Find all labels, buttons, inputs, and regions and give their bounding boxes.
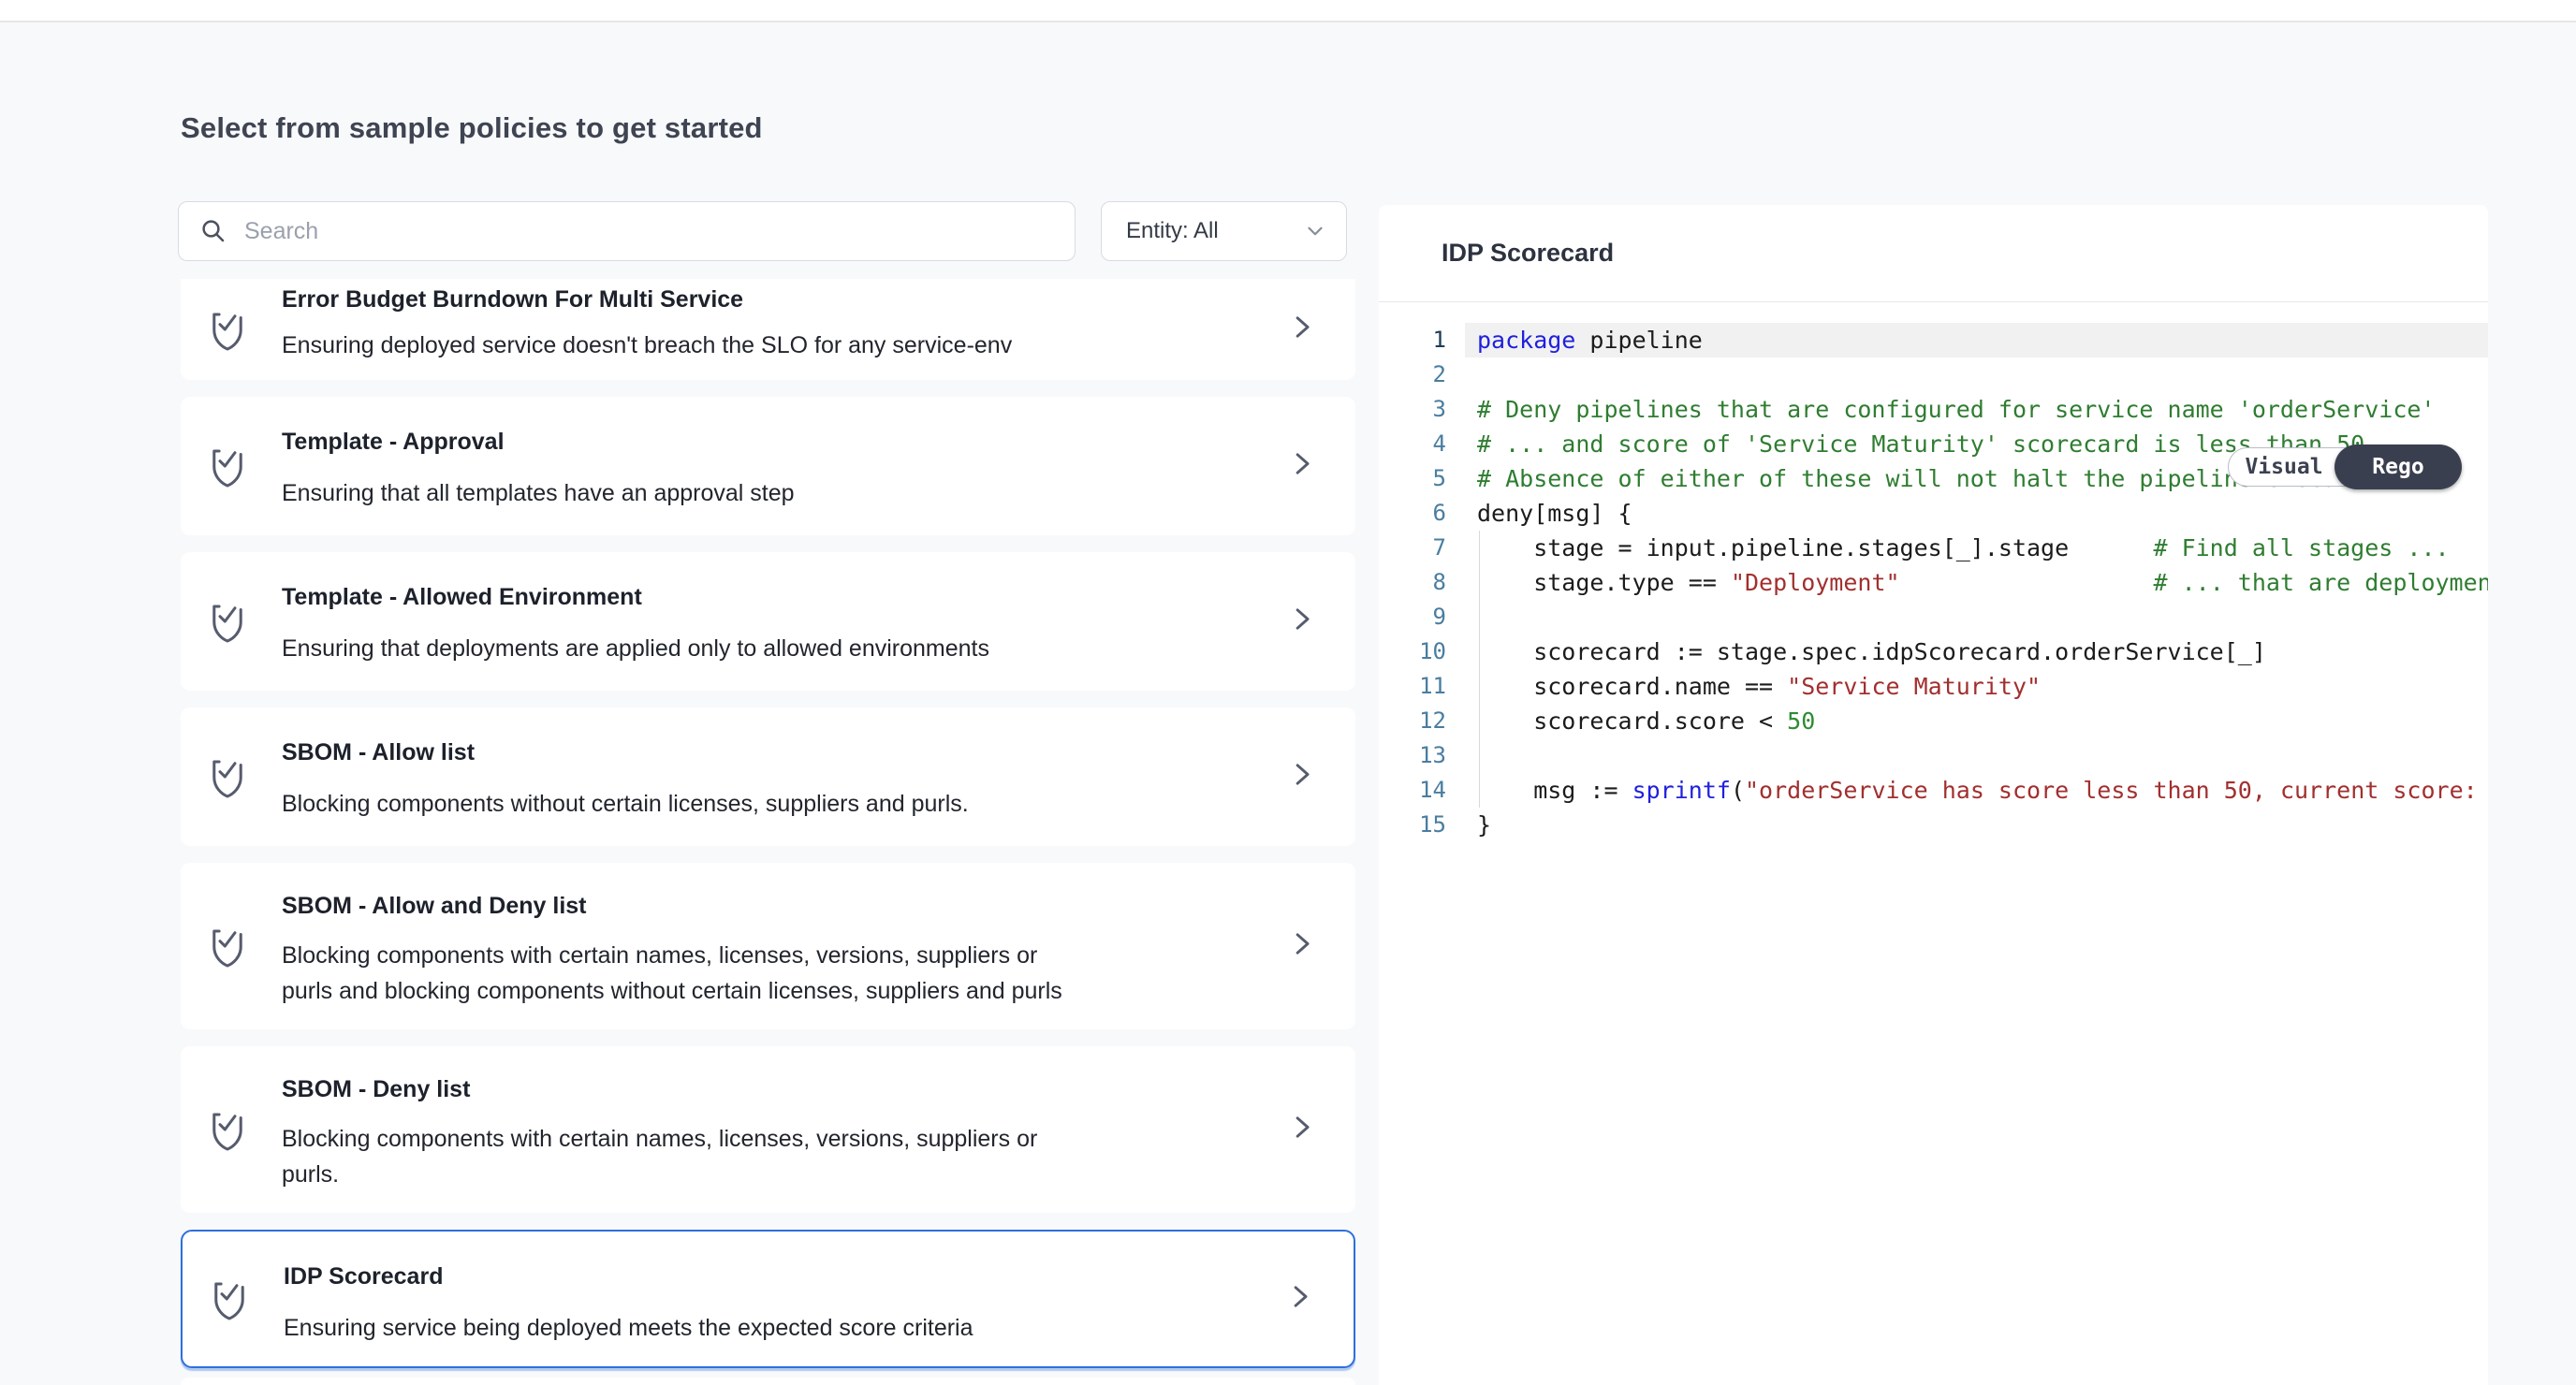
code-text: stage.type == "Deployment" # ... that ar… (1477, 565, 2488, 600)
code-text: package pipeline (1477, 323, 1703, 357)
policy-card-description: Blocking components with certain names, … (282, 1121, 1037, 1192)
line-number: 15 (1379, 808, 1446, 842)
policy-card-title: IDP Scorecard (284, 1263, 443, 1290)
policy-shield-check-icon (207, 599, 248, 644)
code-line-14: 14 msg := sprintf("orderService has scor… (1379, 773, 2488, 808)
code-line-2: 2 (1379, 357, 2488, 392)
line-number: 14 (1379, 773, 1446, 808)
policy-detail-panel: IDP Scorecard Visual Rego 1 package pipel… (1379, 205, 2488, 1385)
toggle-rego-button[interactable]: Rego (2334, 445, 2462, 489)
chevron-right-icon (1286, 1281, 1314, 1318)
code-line-10: 10 scorecard := stage.spec.idpScorecard.… (1379, 634, 2488, 669)
rego-code-editor[interactable]: Visual Rego 1 package pipeline 23 # Deny pi… (1379, 323, 2488, 1385)
code-text: deny[msg] { (1477, 496, 1632, 531)
line-number: 10 (1379, 634, 1446, 669)
line-number: 13 (1379, 738, 1446, 773)
chevron-right-icon (1288, 312, 1316, 348)
policy-card-description: Blocking components with certain names, … (282, 938, 1062, 1009)
panel-title: IDP Scorecard (1442, 239, 1614, 268)
indent-guide (1479, 738, 1480, 773)
next-policy-card-partial (181, 1378, 1355, 1385)
policy-shield-check-icon (207, 444, 248, 488)
line-number: 1 (1379, 323, 1446, 357)
policy-shield-check-icon (207, 307, 248, 352)
line-number: 12 (1379, 704, 1446, 738)
code-line-8: 8 stage.type == "Deployment" # ... that … (1379, 565, 2488, 600)
line-number: 5 (1379, 461, 1446, 496)
code-line-3: 3 # Deny pipelines that are configured fo… (1379, 392, 2488, 427)
search-input[interactable] (242, 217, 1075, 246)
entity-filter-label: Entity: All (1126, 218, 1219, 244)
visual-rego-toggle: Visual Rego (2228, 447, 2460, 487)
page-title: Select from sample policies to get start… (181, 111, 763, 145)
policy-card-description: Ensuring deployed service doesn't breach… (282, 328, 1012, 363)
toggle-visual-button[interactable]: Visual (2229, 448, 2339, 486)
code-text: # Deny pipelines that are configured for… (1477, 392, 2436, 427)
code-text: scorecard := stage.spec.idpScorecard.ord… (1477, 634, 2266, 669)
chevron-down-icon (1303, 219, 1327, 243)
line-number: 6 (1379, 496, 1446, 531)
line-number: 8 (1379, 565, 1446, 600)
line-number: 7 (1379, 531, 1446, 565)
policy-card-description: Ensuring that all templates have an appr… (282, 475, 795, 511)
policy-card-description: Ensuring that deployments are applied on… (282, 631, 989, 666)
indent-guide (1479, 600, 1480, 634)
code-line-7: 7 stage = input.pipeline.stages[_].stage… (1379, 531, 2488, 565)
code-line-11: 11 scorecard.name == "Service Maturity" (1379, 669, 2488, 704)
chevron-right-icon (1288, 759, 1316, 795)
policy-card-title: Error Budget Burndown For Multi Service (282, 286, 743, 313)
code-text: msg := sprintf("orderService has score l… (1477, 773, 2488, 808)
policy-search[interactable] (178, 201, 1076, 261)
line-number: 2 (1379, 357, 1446, 392)
code-line-13: 13 (1379, 738, 2488, 773)
code-text: scorecard.score < 50 (1477, 704, 1815, 738)
code-text: scorecard.name == "Service Maturity" (1477, 669, 2041, 704)
policy-card-6[interactable]: IDP Scorecard Ensuring service being depl… (181, 1230, 1355, 1368)
line-number: 3 (1379, 392, 1446, 427)
code-line-15: 15} (1379, 808, 2488, 842)
line-number: 4 (1379, 427, 1446, 461)
line-number: 11 (1379, 669, 1446, 704)
entity-filter-dropdown[interactable]: Entity: All (1101, 201, 1347, 261)
top-bar (0, 0, 2576, 22)
line-number: 9 (1379, 600, 1446, 634)
policy-card-title: SBOM - Allow list (282, 739, 475, 766)
policy-card-title: Template - Approval (282, 429, 505, 456)
chevron-right-icon (1288, 928, 1316, 965)
policy-card-description: Ensuring service being deployed meets th… (284, 1310, 973, 1346)
policy-card-2[interactable]: Template - Allowed Environment Ensuring t… (181, 552, 1355, 691)
policy-card-0[interactable]: Error Budget Burndown For Multi Service E… (181, 279, 1355, 380)
policy-shield-check-icon (207, 754, 248, 799)
code-line-9: 9 (1379, 600, 2488, 634)
chevron-right-icon (1288, 604, 1316, 640)
policy-card-description: Blocking components without certain lice… (282, 786, 969, 822)
policy-shield-check-icon (207, 924, 248, 969)
policy-card-5[interactable]: SBOM - Deny list Blocking components with… (181, 1046, 1355, 1213)
policy-card-1[interactable]: Template - Approval Ensuring that all tem… (181, 397, 1355, 535)
chevron-right-icon (1288, 1112, 1316, 1148)
policy-card-title: Template - Allowed Environment (282, 584, 642, 611)
panel-divider (1379, 301, 2488, 302)
policy-shield-check-icon (209, 1276, 250, 1321)
search-icon (199, 217, 227, 245)
code-line-1: 1 package pipeline (1379, 323, 2488, 357)
code-text: stage = input.pipeline.stages[_].stage #… (1477, 531, 2450, 565)
policy-card-3[interactable]: SBOM - Allow list Blocking components wit… (181, 707, 1355, 846)
policy-card-title: SBOM - Allow and Deny list (282, 893, 587, 920)
chevron-right-icon (1288, 448, 1316, 485)
code-line-6: 6 deny[msg] { (1379, 496, 2488, 531)
policy-card-title: SBOM - Deny list (282, 1076, 470, 1103)
code-text: } (1477, 808, 1491, 842)
policy-shield-check-icon (207, 1107, 248, 1152)
policy-card-4[interactable]: SBOM - Allow and Deny list Blocking compo… (181, 863, 1355, 1029)
code-line-12: 12 scorecard.score < 50 (1379, 704, 2488, 738)
